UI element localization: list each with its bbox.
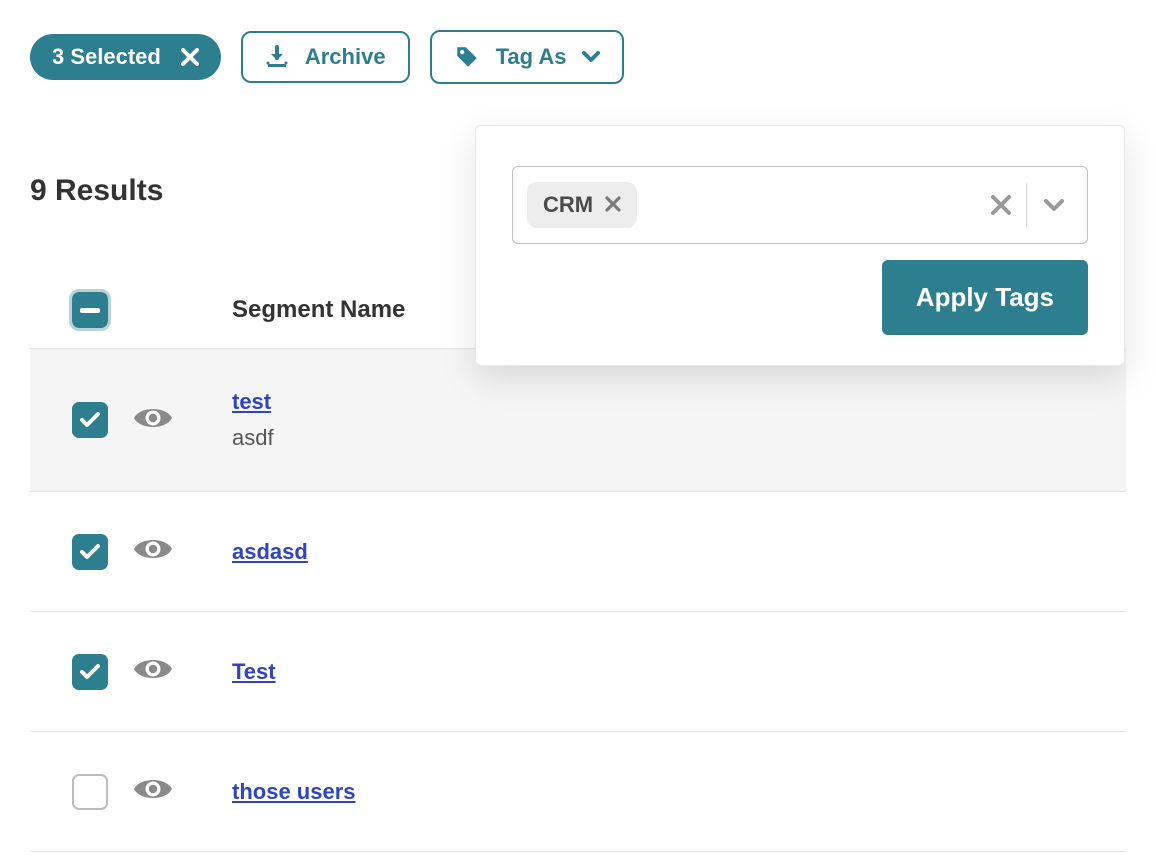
column-header-segment-name: Segment Name — [232, 296, 405, 324]
segment-name-link[interactable]: asdasd — [232, 539, 308, 565]
segment-name-link[interactable]: those users — [232, 779, 356, 805]
segment-name-link[interactable]: test — [232, 389, 271, 415]
row-checkbox[interactable] — [72, 654, 108, 690]
archive-label: Archive — [305, 46, 386, 68]
clear-selection-button[interactable] — [181, 48, 199, 66]
tag-as-button[interactable]: Tag As — [430, 30, 625, 84]
bulk-action-toolbar: 3 Selected Archive — [30, 30, 1126, 84]
tag-multiselect[interactable]: CRM — [512, 166, 1088, 244]
select-all-checkbox[interactable] — [72, 292, 108, 328]
row-checkbox[interactable] — [72, 534, 108, 570]
eye-icon[interactable] — [132, 775, 174, 808]
remove-tag-button[interactable] — [605, 192, 621, 218]
download-icon — [265, 45, 289, 69]
clear-all-tags-button[interactable] — [976, 194, 1026, 216]
selection-count-pill: 3 Selected — [30, 34, 221, 80]
tag-chip-label: CRM — [543, 192, 593, 218]
selection-count-label: 3 Selected — [52, 46, 161, 68]
row-checkbox[interactable] — [72, 402, 108, 438]
table-row: test asdf — [30, 349, 1126, 492]
apply-tags-button[interactable]: Apply Tags — [882, 260, 1088, 335]
tag-icon — [454, 44, 480, 70]
segment-name-sub: asdf — [232, 425, 274, 451]
apply-tags-label: Apply Tags — [916, 282, 1054, 312]
segment-name-link[interactable]: Test — [232, 659, 276, 685]
chevron-down-icon — [582, 48, 600, 66]
table-row: those users — [30, 732, 1126, 852]
table-row: asdasd — [30, 492, 1126, 612]
eye-icon[interactable] — [132, 655, 174, 688]
eye-icon[interactable] — [132, 404, 174, 437]
archive-button[interactable]: Archive — [241, 31, 410, 83]
tag-as-label: Tag As — [496, 46, 567, 68]
table-row: Test — [30, 612, 1126, 732]
eye-icon[interactable] — [132, 535, 174, 568]
tag-chip: CRM — [527, 182, 637, 228]
tag-as-popover: CRM Apply Tags — [475, 125, 1125, 366]
open-tag-dropdown[interactable] — [1027, 194, 1077, 216]
row-checkbox[interactable] — [72, 774, 108, 810]
